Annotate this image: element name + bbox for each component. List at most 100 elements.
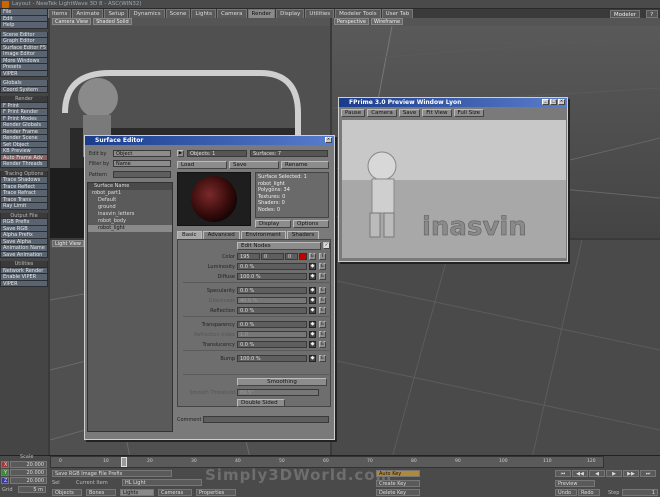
tab-modeler-tools[interactable]: Modeler Tools <box>335 9 381 18</box>
tab-dynamics[interactable]: Dynamics <box>129 9 165 18</box>
tab-display[interactable]: Display <box>276 9 305 18</box>
current-item-dropdown[interactable]: HL Light <box>122 479 202 486</box>
prop-field-bump[interactable]: 100.0 % <box>237 355 307 362</box>
options-button[interactable]: Options <box>293 220 329 228</box>
smooth-threshold-field[interactable]: 89.5° <box>237 389 319 396</box>
playback-button-icon[interactable]: ▶ <box>606 470 622 477</box>
prop-arrow-icon[interactable]: ◆ <box>309 331 316 338</box>
prop-arrow-icon[interactable]: ◆ <box>309 297 316 304</box>
color-g-field[interactable]: 0 <box>261 253 284 260</box>
color-texture-button[interactable]: T <box>319 253 326 260</box>
redo-button[interactable]: Redo <box>578 489 600 496</box>
prop-envelope-button[interactable]: E <box>319 263 326 270</box>
prop-field-specularity[interactable]: 0.0 % <box>237 287 307 294</box>
prop-envelope-button[interactable]: E <box>319 331 326 338</box>
prop-arrow-icon[interactable]: ◆ <box>309 355 316 362</box>
prop-field-reflection[interactable]: 0.0 % <box>237 307 307 314</box>
prop-field-luminosity[interactable]: 0.0 % <box>237 263 307 270</box>
fprime-pause-button[interactable]: Pause <box>341 109 366 117</box>
tab-camera[interactable]: Camera <box>216 9 247 18</box>
prop-field-transparency[interactable]: 0.0 % <box>237 321 307 328</box>
tab-utilities[interactable]: Utilities <box>305 9 335 18</box>
tab-items[interactable]: Items <box>48 9 72 18</box>
prop-envelope-button[interactable]: E <box>319 341 326 348</box>
close-icon[interactable]: × <box>558 99 565 105</box>
prop-envelope-button[interactable]: E <box>319 307 326 314</box>
playback-button-icon[interactable]: ⏭ <box>640 470 656 477</box>
fprime-camera-button[interactable]: Camera <box>367 109 397 117</box>
tree-item-default[interactable]: Default <box>88 197 172 204</box>
subtab-advanced[interactable]: Advanced <box>202 231 240 239</box>
tab-scene[interactable]: Scene <box>165 9 191 18</box>
prop-envelope-button[interactable]: E <box>319 321 326 328</box>
fprime-save-button[interactable]: Save <box>398 109 421 117</box>
prop-arrow-icon[interactable]: ◆ <box>309 287 316 294</box>
prop-arrow-icon[interactable]: ◆ <box>309 341 316 348</box>
load-button[interactable]: Load <box>177 161 227 169</box>
collapse-icon[interactable]: ▶ <box>177 150 184 157</box>
tab-render[interactable]: Render <box>247 9 276 18</box>
tree-item-inasvin-letters[interactable]: inasvin_letters <box>88 211 172 218</box>
bones-mode-button[interactable]: Bones <box>86 489 116 496</box>
color-r-field[interactable]: 195 <box>237 253 260 260</box>
tab-user-tab[interactable]: User Tab <box>381 9 414 18</box>
pattern-input[interactable] <box>113 171 171 178</box>
grid-size-field[interactable]: 5 m <box>18 486 46 493</box>
tab-lights[interactable]: Lights <box>191 9 216 18</box>
color-swatch[interactable] <box>299 253 307 260</box>
subtab-basic[interactable]: Basic <box>177 231 202 239</box>
prop-field-glossiness[interactable]: 40.0 % <box>237 297 307 304</box>
comment-input[interactable] <box>203 416 329 423</box>
save-button[interactable]: Save <box>229 161 279 169</box>
display-dropdown[interactable]: Display <box>255 220 291 228</box>
undo-button[interactable]: Undo <box>555 489 577 496</box>
prop-arrow-icon[interactable]: ◆ <box>309 273 316 280</box>
objects-mode-button[interactable]: Objects <box>52 489 82 496</box>
tree-item-robot-body[interactable]: robot_body <box>88 218 172 225</box>
tree-item-robot-part1[interactable]: robot_part1 <box>88 190 172 197</box>
fprime-fit-view-button[interactable]: Fit View <box>422 109 452 117</box>
prop-envelope-button[interactable]: E <box>319 355 326 362</box>
prop-field-refraction-index[interactable]: 1.0 <box>237 331 307 338</box>
playback-button-icon[interactable]: ◀◀ <box>572 470 588 477</box>
prop-arrow-icon[interactable]: ◆ <box>309 321 316 328</box>
filter-by-dropdown[interactable]: Name <box>113 160 171 167</box>
y-position-field[interactable]: 20.000 <box>10 469 47 476</box>
sidebar-item-viper[interactable]: VIPER <box>0 280 48 287</box>
create-key-button[interactable]: Create Key <box>376 480 420 487</box>
prop-field-diffuse[interactable]: 100.0 % <box>237 273 307 280</box>
maximize-icon[interactable]: □ <box>550 99 557 105</box>
tab-animate[interactable]: Animate <box>72 9 104 18</box>
double-sided-checkbox[interactable]: Double Sided <box>237 399 285 407</box>
tab-setup[interactable]: Setup <box>104 9 129 18</box>
auto-key-button[interactable]: Auto Key <box>376 470 420 477</box>
top-viewport[interactable] <box>332 240 660 458</box>
cameras-mode-button[interactable]: Cameras <box>158 489 192 496</box>
playback-button-icon[interactable]: ◀ <box>589 470 605 477</box>
close-icon[interactable]: × <box>325 137 332 143</box>
timeline-slider[interactable] <box>121 457 127 467</box>
fprime-full-size-button[interactable]: Full Size <box>453 109 484 117</box>
nodes-checkbox[interactable]: ✓ <box>323 242 330 249</box>
prop-envelope-button[interactable]: E <box>319 273 326 280</box>
tree-item-robot-light[interactable]: robot_light <box>88 225 172 232</box>
x-position-field[interactable]: 20.000 <box>10 461 47 468</box>
prop-arrow-icon[interactable]: ◆ <box>309 263 316 270</box>
minimize-icon[interactable]: _ <box>542 99 549 105</box>
smoothing-checkbox[interactable]: Smoothing <box>237 378 327 386</box>
prop-field-translucency[interactable]: 0.0 % <box>237 341 307 348</box>
color-b-field[interactable]: 0 <box>285 253 298 260</box>
playback-button-icon[interactable]: ⏮ <box>555 470 571 477</box>
prop-envelope-button[interactable]: E <box>319 287 326 294</box>
subtab-environment[interactable]: Environment <box>240 231 286 239</box>
subtab-shaders[interactable]: Shaders <box>286 231 320 239</box>
playback-button-icon[interactable]: ▶▶ <box>623 470 639 477</box>
color-envelope-button[interactable]: E <box>309 253 316 260</box>
help-button[interactable]: ? X <box>646 10 658 26</box>
prop-arrow-icon[interactable]: ◆ <box>309 307 316 314</box>
step-field[interactable]: 1 <box>622 489 658 496</box>
rename-button[interactable]: Rename <box>281 161 329 169</box>
delete-key-button[interactable]: Delete Key <box>376 489 420 496</box>
preview-dropdown[interactable]: Preview <box>555 480 595 487</box>
z-position-field[interactable]: 20.000 <box>10 477 47 484</box>
